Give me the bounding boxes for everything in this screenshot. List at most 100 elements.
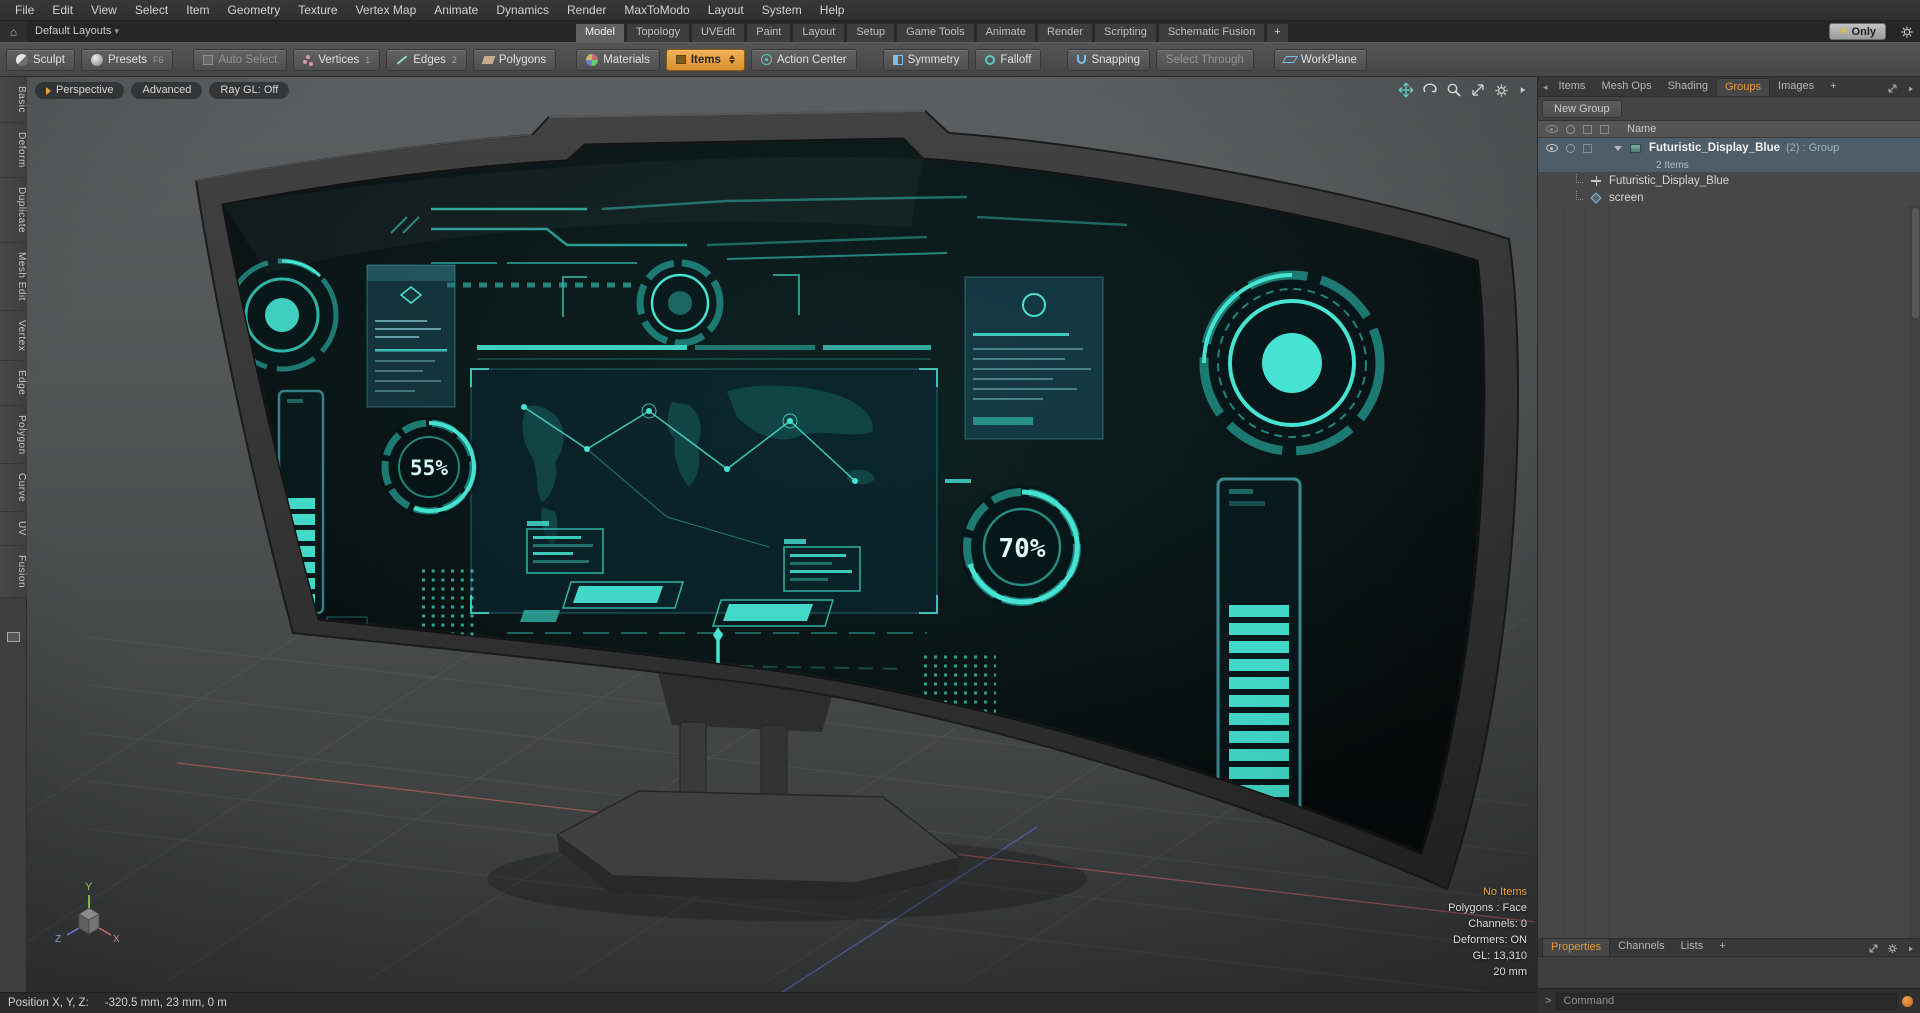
perspective-button[interactable]: Perspective: [35, 82, 125, 99]
menu-file[interactable]: File: [6, 0, 43, 21]
maximize-icon[interactable]: [1470, 82, 1486, 98]
rail-tab-deform[interactable]: Deform: [0, 122, 27, 178]
tab-uvedit[interactable]: UVEdit: [690, 23, 746, 42]
rail-tab-polygon[interactable]: Polygon: [0, 405, 27, 465]
rail-tab-mesh-edit[interactable]: Mesh Edit: [0, 242, 27, 311]
menu-layout[interactable]: Layout: [699, 0, 753, 21]
panel-add-tab-button[interactable]: +: [1822, 78, 1844, 96]
scrollbar-thumb[interactable]: [1912, 208, 1919, 318]
menu-geometry[interactable]: Geometry: [219, 0, 290, 21]
rail-tab-basic[interactable]: Basic: [0, 77, 27, 123]
tree-row-group[interactable]: Futuristic_Display_Blue (2) : Group: [1538, 138, 1920, 158]
tab-items[interactable]: Items: [1551, 78, 1594, 96]
rail-tab-vertex[interactable]: Vertex: [0, 310, 27, 362]
edges-mode-button[interactable]: Edges 2: [386, 48, 467, 71]
advanced-shading-button[interactable]: Advanced: [131, 82, 203, 99]
auto-select-label: Auto Select: [218, 53, 278, 66]
panel-scrollbar[interactable]: [1910, 206, 1920, 938]
rail-tab-fusion[interactable]: Fusion: [0, 546, 27, 599]
tabs-scroll-left-icon[interactable]: ◂: [1540, 82, 1551, 96]
panel-menu-icon[interactable]: [1902, 84, 1920, 96]
tab-schematic-fusion[interactable]: Schematic Fusion: [1157, 23, 1266, 42]
menu-dynamics[interactable]: Dynamics: [487, 0, 558, 21]
menu-texture[interactable]: Texture: [289, 0, 346, 21]
lock-column-icon[interactable]: [1583, 124, 1592, 134]
tab-model[interactable]: Model: [574, 23, 625, 42]
render-column-icon[interactable]: [1566, 124, 1575, 134]
tab-lists[interactable]: Lists: [1673, 938, 1712, 956]
menu-select[interactable]: Select: [126, 0, 177, 21]
lower-gear-icon[interactable]: [1883, 943, 1902, 956]
tab-layout[interactable]: Layout: [792, 23, 846, 42]
tab-mesh-ops[interactable]: Mesh Ops: [1593, 78, 1659, 96]
settings-gear-button[interactable]: [1894, 21, 1920, 42]
only-toggle-button[interactable]: ★ Only: [1828, 23, 1886, 40]
tree-row-child-locator[interactable]: Futuristic_Display_Blue: [1538, 172, 1920, 189]
rail-tab-uv[interactable]: UV: [0, 512, 27, 547]
menu-animate[interactable]: Animate: [425, 0, 487, 21]
layouts-dropdown[interactable]: Default Layouts ▾: [27, 21, 127, 42]
command-input[interactable]: Command: [1556, 992, 1897, 1010]
3d-viewport[interactable]: 55% 70%: [27, 77, 1537, 992]
lower-maximize-icon[interactable]: [1864, 943, 1883, 956]
rail-tab-edge[interactable]: Edge: [0, 361, 27, 406]
tab-shading[interactable]: Shading: [1660, 78, 1716, 96]
tab-topology[interactable]: Topology: [625, 23, 690, 42]
lower-menu-icon[interactable]: [1902, 944, 1920, 956]
tab-channels[interactable]: Channels: [1610, 938, 1672, 956]
lock-toggle-icon[interactable]: [1583, 143, 1592, 153]
menu-edit[interactable]: Edit: [43, 0, 82, 21]
menu-view[interactable]: View: [82, 0, 126, 21]
viewport-menu-icon[interactable]: [1517, 84, 1529, 96]
lower-add-tab-button[interactable]: +: [1711, 938, 1733, 956]
menu-system[interactable]: System: [753, 0, 811, 21]
eye-icon[interactable]: [1546, 144, 1558, 152]
ray-gl-button[interactable]: Ray GL: Off: [209, 82, 290, 99]
tree-row-child-mesh[interactable]: screen: [1538, 189, 1920, 206]
menu-vertex-map[interactable]: Vertex Map: [347, 0, 426, 21]
select-column-icon[interactable]: [1600, 124, 1609, 134]
zoom-icon[interactable]: [1446, 82, 1462, 98]
tab-properties[interactable]: Properties: [1542, 938, 1611, 956]
viewport-gear-icon[interactable]: [1494, 83, 1509, 98]
tab-game-tools[interactable]: Game Tools: [896, 23, 975, 42]
auto-select-button[interactable]: Auto Select: [193, 48, 288, 71]
menu-item[interactable]: Item: [177, 0, 218, 21]
expander-icon[interactable]: [1614, 145, 1622, 151]
visibility-column-icon[interactable]: [1546, 125, 1558, 133]
polygons-mode-button[interactable]: Polygons: [472, 48, 557, 71]
menu-maxtomodo[interactable]: MaxToModo: [615, 0, 698, 21]
tab-paint[interactable]: Paint: [746, 23, 792, 42]
orbit-icon[interactable]: [1422, 82, 1438, 98]
command-history-icon[interactable]: [1902, 995, 1913, 1007]
snapping-button[interactable]: Snapping: [1067, 48, 1151, 71]
vertices-mode-button[interactable]: Vertices 1: [293, 48, 381, 71]
pan-icon[interactable]: [1398, 82, 1414, 98]
name-column-header[interactable]: Name: [1627, 123, 1656, 135]
tab-setup[interactable]: Setup: [846, 23, 896, 42]
rail-tab-curve[interactable]: Curve: [0, 464, 27, 513]
menu-help[interactable]: Help: [811, 0, 854, 21]
falloff-button[interactable]: Falloff: [975, 48, 1042, 71]
add-tab-button[interactable]: +: [1266, 23, 1289, 42]
action-center-button[interactable]: Action Center: [750, 48, 857, 71]
palette-icon[interactable]: [6, 632, 20, 643]
menu-render[interactable]: Render: [558, 0, 615, 21]
symmetry-button[interactable]: Symmetry: [882, 48, 970, 71]
select-through-button[interactable]: Select Through: [1156, 48, 1254, 71]
render-toggle-icon[interactable]: [1566, 143, 1575, 153]
tab-animate[interactable]: Animate: [975, 23, 1036, 42]
rail-tab-duplicate[interactable]: Duplicate: [0, 177, 27, 243]
panel-maximize-icon[interactable]: [1883, 83, 1902, 96]
items-mode-button[interactable]: Items: [665, 48, 745, 71]
home-icon[interactable]: ⌂: [0, 21, 27, 42]
tab-scripting[interactable]: Scripting: [1094, 23, 1157, 42]
tab-groups[interactable]: Groups: [1715, 78, 1771, 96]
workplane-button[interactable]: WorkPlane: [1273, 48, 1367, 71]
tab-render[interactable]: Render: [1036, 23, 1094, 42]
presets-button[interactable]: Presets F6: [80, 48, 174, 71]
sculpt-button[interactable]: Sculpt: [6, 48, 75, 71]
tab-images[interactable]: Images: [1770, 78, 1822, 96]
new-group-button[interactable]: New Group: [1542, 99, 1622, 118]
materials-mode-button[interactable]: Materials: [576, 48, 660, 71]
